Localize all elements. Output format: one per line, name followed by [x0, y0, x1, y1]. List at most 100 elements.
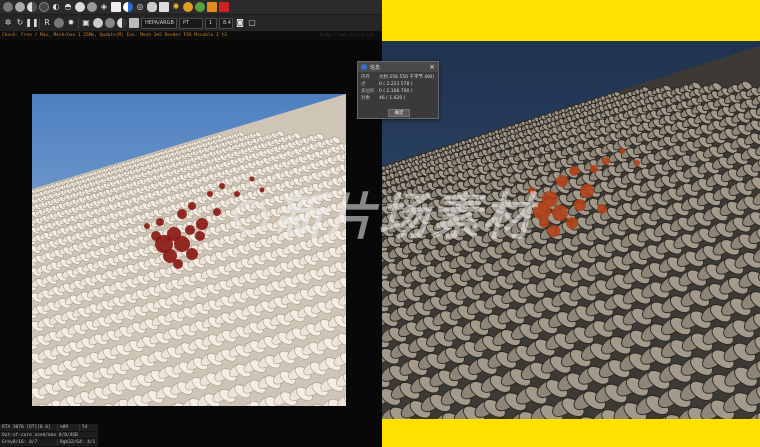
- snapshot-icon[interactable]: ▢: [247, 18, 257, 28]
- ok-button[interactable]: 确定: [388, 109, 410, 117]
- mesh-blood-drop: [619, 148, 625, 154]
- stats-gpu-pct: %89: [58, 424, 80, 431]
- zoom-field[interactable]: 8.4: [219, 17, 233, 29]
- cube-white-icon[interactable]: [111, 2, 121, 12]
- target-icon[interactable]: ◎: [135, 2, 145, 12]
- stats-gpu: RTX 3070 [DT][8.6]: [0, 424, 58, 431]
- stats-memory: Out-of-core used/max 0/0/4GB: [2, 432, 78, 438]
- dialog-row-value: 大约 256.550 千字节 (KB): [379, 75, 434, 80]
- blood-drop: [185, 225, 195, 235]
- render-stats-panel: RTX 3070 [DT][8.6] %89 54 Out-of-core us…: [0, 424, 98, 447]
- blood-drop: [259, 187, 265, 193]
- dialog-row-value: 0 ( 2.166 700 ): [379, 89, 413, 94]
- mesh-blood-drop: [634, 160, 640, 166]
- blood-drop: [186, 248, 198, 260]
- dialog-row-label: 内存: [361, 75, 370, 80]
- camera-icon[interactable]: ◙: [235, 18, 245, 28]
- region-icon[interactable]: R: [42, 18, 52, 28]
- stats-gpu-temp: 54: [82, 425, 88, 430]
- light-bulb-icon[interactable]: ✺: [171, 2, 181, 12]
- mesh-blood-drop: [597, 204, 607, 214]
- blood-drop: [177, 209, 187, 219]
- environment-icon[interactable]: ◓: [63, 2, 73, 12]
- sphere-half-icon[interactable]: [27, 2, 37, 12]
- render-view-window: ◐ ◓ ◈ ◎ ✺ ✲ ↻ ❚❚ R ✹ ▣ HEPA/ARGB PT 1 8.…: [0, 0, 382, 447]
- dialog-row-label: 多边形: [361, 89, 375, 94]
- sphere-grey2-icon[interactable]: [87, 2, 97, 12]
- toolbar-divider: [39, 17, 40, 29]
- mesh-blood-drop: [548, 225, 560, 237]
- mesh-blood-drop: [580, 184, 594, 198]
- blood-drop: [156, 218, 164, 226]
- lamp-icon[interactable]: ◐: [51, 2, 61, 12]
- mesh-blood-drop: [590, 165, 598, 173]
- render-toolbar-top: ◐ ◓ ◈ ◎ ✺: [0, 0, 382, 15]
- package-icon[interactable]: [207, 2, 217, 12]
- blood-drop: [174, 236, 190, 252]
- sun-icon[interactable]: [183, 2, 193, 12]
- settings-icon[interactable]: ✹: [66, 18, 76, 28]
- sphere-dark-icon[interactable]: [39, 2, 49, 12]
- sphere2-icon[interactable]: [105, 18, 115, 28]
- sphere-grey-icon[interactable]: [15, 2, 25, 12]
- mode-dropdown[interactable]: PT: [179, 17, 203, 29]
- cube-icon[interactable]: ◈: [99, 2, 109, 12]
- blood-drop: [249, 176, 255, 182]
- mesh-blood-drop: [533, 202, 551, 220]
- blood-drop: [219, 183, 225, 189]
- record-icon[interactable]: [219, 2, 229, 12]
- info-dialog: 信息 × 内存 大约 256.550 千字节 (KB) 点 0 ( 2.223 …: [357, 61, 439, 119]
- sphere-white-icon[interactable]: [75, 2, 85, 12]
- stats-rgb: Rgb32/64: 4/1: [60, 440, 96, 446]
- blood-drop: [234, 191, 240, 197]
- mesh-blood-drop: [602, 157, 610, 165]
- pill-icon[interactable]: [147, 2, 157, 12]
- reset-icon[interactable]: [54, 18, 64, 28]
- sphere-shaded-icon[interactable]: [3, 2, 13, 12]
- mesh-blood-drop: [574, 199, 586, 211]
- mesh-blood-drop: [552, 205, 568, 221]
- stats-row-gpu: RTX 3070 [DT][8.6] %89 54: [0, 424, 98, 432]
- dialog-row-label: 对象: [361, 96, 370, 101]
- half-sphere-icon[interactable]: [117, 18, 127, 28]
- status-url: Hidp://www.xiniu.com: [319, 33, 374, 38]
- dialog-body: 内存 大约 256.550 千字节 (KB) 点 0 ( 2.223 578 )…: [358, 72, 438, 102]
- toolbar-divider: [78, 17, 79, 29]
- stats-grey: Grey8/16: 0/7: [0, 439, 58, 446]
- pause-icon[interactable]: ❚❚: [25, 18, 38, 28]
- box2-icon[interactable]: [129, 18, 139, 28]
- blood-drop: [207, 191, 213, 197]
- dialog-titlebar[interactable]: 信息 ×: [358, 62, 438, 72]
- close-icon[interactable]: ×: [429, 63, 435, 71]
- blood-drop: [151, 231, 161, 241]
- dialog-row-polygons: 多边形 0 ( 2.166 700 ): [358, 88, 438, 95]
- box-icon[interactable]: [159, 2, 169, 12]
- stats-row-memory: Out-of-core used/max 0/0/4GB: [0, 432, 98, 440]
- refresh-icon[interactable]: ↻: [15, 18, 25, 28]
- dialog-row-label: 点: [361, 82, 366, 87]
- lock-icon[interactable]: ▣: [81, 18, 91, 28]
- status-text: Check: Free / Max, Mesh/Gen 1 25Mm, Upda…: [2, 33, 227, 38]
- dialog-row-memory: 内存 大约 256.550 千字节 (KB): [358, 74, 438, 81]
- sphere-icon[interactable]: [93, 18, 103, 28]
- pass-field[interactable]: 1: [205, 17, 217, 29]
- mesh-blood-drop: [539, 218, 549, 228]
- dialog-row-value: 0 ( 2.223 578 ): [379, 82, 413, 87]
- mesh-blood-drop: [566, 217, 578, 229]
- mesh-blood-drop: [556, 175, 568, 187]
- blood-drop: [213, 208, 221, 216]
- mesh-blood-drop: [528, 187, 536, 195]
- color-ball-icon[interactable]: [195, 2, 205, 12]
- mesh-blood-drop: [569, 166, 579, 176]
- stats-row-textures: Grey8/16: 0/7 Rgb32/64: 4/1: [0, 439, 98, 447]
- gear-icon[interactable]: ✲: [3, 18, 13, 28]
- blood-drop: [144, 223, 150, 229]
- rendered-knit-image: [32, 94, 346, 406]
- dialog-row-value: 46 ( 1.620 ): [379, 96, 406, 101]
- kernel-dropdown[interactable]: HEPA/ARGB: [141, 17, 177, 29]
- dialog-title: 信息: [370, 64, 381, 71]
- blood-drop: [196, 218, 208, 230]
- half-circle-icon[interactable]: [123, 2, 133, 12]
- render-toolbar-bottom: ✲ ↻ ❚❚ R ✹ ▣ HEPA/ARGB PT 1 8.4 ◙ ▢: [0, 15, 382, 32]
- app-logo-icon: [361, 64, 367, 70]
